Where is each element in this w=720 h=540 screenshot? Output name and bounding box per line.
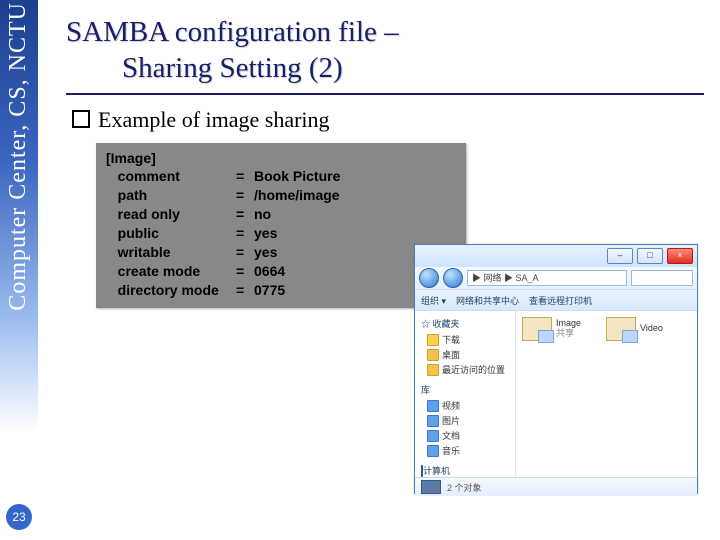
code-value: yes bbox=[254, 224, 277, 243]
library-icon bbox=[427, 400, 439, 412]
status-computer-icon bbox=[421, 480, 441, 494]
share-name: Video bbox=[640, 324, 663, 334]
close-button[interactable]: × bbox=[667, 248, 693, 264]
nav-item[interactable]: 音乐 bbox=[417, 443, 513, 458]
nav-back-icon[interactable] bbox=[419, 268, 439, 288]
library-icon bbox=[427, 430, 439, 442]
code-key: comment bbox=[106, 167, 236, 186]
nav-group-computer[interactable]: 计算机 bbox=[421, 464, 513, 477]
samba-config-codebox: [Image] comment=Book Picture path=/home/… bbox=[96, 143, 466, 308]
share-item[interactable]: Image 共享 bbox=[522, 317, 592, 341]
status-bar: 2 个对象 bbox=[415, 477, 697, 496]
toolbar-network-center[interactable]: 网络和共享中心 bbox=[456, 294, 519, 307]
folder-icon bbox=[427, 349, 439, 361]
minimize-button[interactable]: – bbox=[607, 248, 633, 264]
code-section-header: [Image] bbox=[106, 149, 456, 168]
title-rule bbox=[66, 93, 704, 95]
maximize-button[interactable]: □ bbox=[637, 248, 663, 264]
library-icon bbox=[427, 415, 439, 427]
bullet-line: Example of image sharing bbox=[72, 107, 704, 133]
code-value: yes bbox=[254, 243, 277, 262]
nav-item[interactable]: 图片 bbox=[417, 413, 513, 428]
sidebar-vertical-text: Computer Center, CS, NCTU bbox=[6, 2, 30, 311]
code-value: Book Picture bbox=[254, 167, 340, 186]
code-key: directory mode bbox=[106, 281, 236, 300]
code-value: 0664 bbox=[254, 262, 285, 281]
explorer-window: – □ × ▶ 网络 ▶ SA_A 组织 ▾ 网络和共享中心 查看远程打印机 ☆… bbox=[414, 244, 698, 494]
title-line-1: SAMBA configuration file – bbox=[66, 16, 399, 48]
nav-pane: ☆ 收藏夹 下载 桌面 最近访问的位置 库 视频 图片 文档 音乐 计算机 网络 bbox=[415, 311, 516, 477]
explorer-toolbar: 组织 ▾ 网络和共享中心 查看远程打印机 bbox=[415, 290, 697, 311]
code-key: read only bbox=[106, 205, 236, 224]
nav-forward-icon[interactable] bbox=[443, 268, 463, 288]
code-value: /home/image bbox=[254, 186, 340, 205]
nav-group-favorites[interactable]: ☆ 收藏夹 bbox=[421, 317, 513, 330]
window-titlebar: – □ × bbox=[415, 245, 697, 267]
code-key: create mode bbox=[106, 262, 236, 281]
code-key: path bbox=[106, 186, 236, 205]
bullet-square-icon bbox=[72, 110, 90, 128]
file-pane: Image 共享 Video bbox=[516, 311, 697, 477]
bullet-text: Example of image sharing bbox=[98, 107, 330, 132]
search-input[interactable] bbox=[631, 270, 693, 286]
folder-icon bbox=[427, 364, 439, 376]
share-folder-icon bbox=[522, 317, 552, 341]
page-number-badge: 23 bbox=[6, 504, 32, 530]
status-text: 2 个对象 bbox=[447, 481, 482, 494]
slide-title: SAMBA configuration file – Sharing Setti… bbox=[66, 14, 704, 87]
title-line-2: Sharing Setting (2) bbox=[66, 50, 704, 86]
code-value: no bbox=[254, 205, 271, 224]
nav-item[interactable]: 下载 bbox=[417, 332, 513, 347]
address-field[interactable]: ▶ 网络 ▶ SA_A bbox=[467, 270, 627, 286]
code-value: 0775 bbox=[254, 281, 285, 300]
toolbar-organize[interactable]: 组织 ▾ bbox=[421, 294, 446, 307]
nav-group-libraries[interactable]: 库 bbox=[421, 383, 513, 396]
code-key: writable bbox=[106, 243, 236, 262]
library-icon bbox=[427, 445, 439, 457]
nav-item[interactable]: 最近访问的位置 bbox=[417, 362, 513, 377]
share-sub: 共享 bbox=[556, 329, 581, 339]
folder-icon bbox=[427, 334, 439, 346]
nav-item[interactable]: 桌面 bbox=[417, 347, 513, 362]
address-bar: ▶ 网络 ▶ SA_A bbox=[415, 267, 697, 290]
share-folder-icon bbox=[606, 317, 636, 341]
nav-item[interactable]: 视频 bbox=[417, 398, 513, 413]
share-item[interactable]: Video bbox=[606, 317, 676, 341]
nav-item[interactable]: 文档 bbox=[417, 428, 513, 443]
code-key: public bbox=[106, 224, 236, 243]
toolbar-view-printers[interactable]: 查看远程打印机 bbox=[529, 294, 592, 307]
